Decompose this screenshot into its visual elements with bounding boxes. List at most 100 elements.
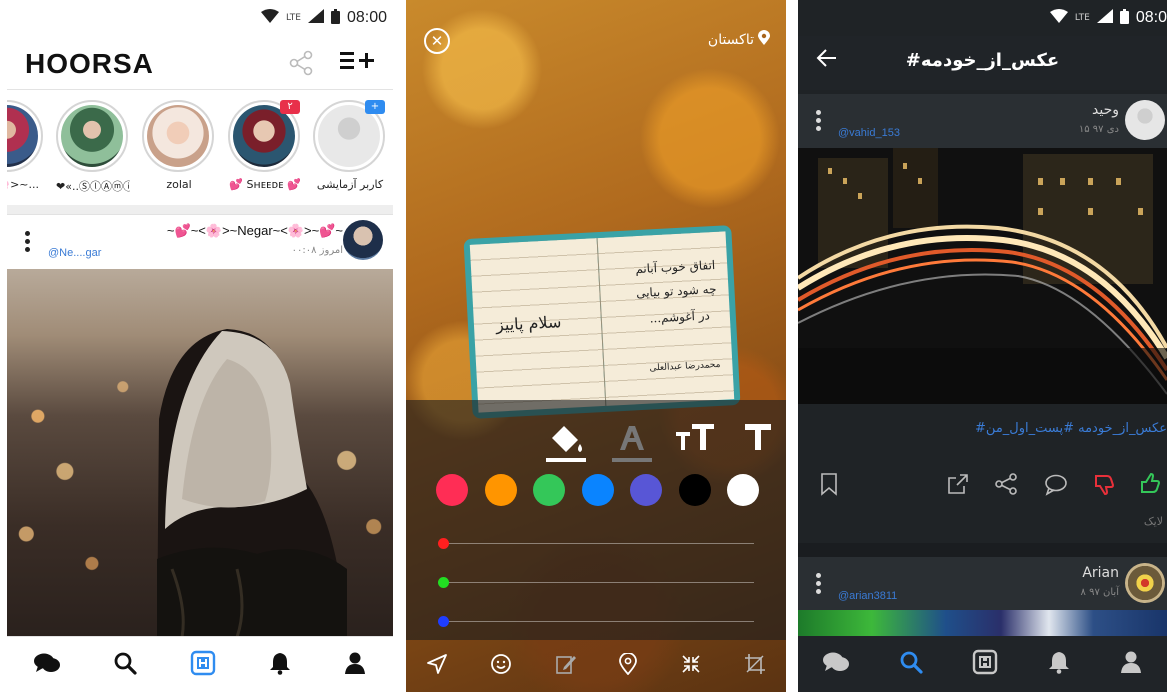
battery-icon bbox=[1119, 8, 1129, 28]
slider-track bbox=[440, 543, 754, 544]
green-channel-slider[interactable] bbox=[438, 575, 754, 591]
story-item-self[interactable]: + کاربر آزمایشی bbox=[313, 100, 387, 191]
home-icon[interactable] bbox=[190, 650, 216, 680]
red-channel-slider[interactable] bbox=[438, 536, 754, 552]
like-icon[interactable] bbox=[1138, 472, 1162, 500]
slider-knob[interactable] bbox=[438, 538, 449, 549]
fill-bucket-icon[interactable] bbox=[544, 420, 588, 472]
slider-track bbox=[440, 582, 754, 583]
wifi-icon bbox=[260, 9, 279, 27]
post-photo-preview[interactable] bbox=[798, 610, 1167, 636]
slider-knob[interactable] bbox=[438, 577, 449, 588]
location-name: تاکستان bbox=[707, 31, 754, 48]
handwritten-line: چه شود تو بیایی bbox=[635, 281, 717, 301]
crop-icon[interactable] bbox=[744, 653, 766, 679]
page-title: #عکس_از_خودمه bbox=[905, 50, 1060, 71]
post-time: امروز ۰۰:۰۸ bbox=[291, 245, 343, 256]
story-ring: ۲ bbox=[228, 100, 300, 172]
avatar bbox=[147, 105, 209, 167]
handwritten-line: در آغوشم... bbox=[649, 308, 711, 326]
text-color-icon[interactable] bbox=[612, 420, 652, 472]
post-photo[interactable] bbox=[798, 148, 1167, 404]
story-item[interactable]: ۲ 💕 Sʜᴇᴇᴅᴇ 💕 bbox=[228, 100, 302, 191]
story-ring bbox=[56, 100, 128, 172]
handwritten-text: سلام پاییز bbox=[495, 312, 562, 335]
back-arrow-icon[interactable] bbox=[816, 46, 838, 76]
color-swatch-black[interactable] bbox=[679, 474, 711, 506]
handwritten-line: محمدرضا عبدالعلی bbox=[649, 359, 721, 374]
blue-channel-slider[interactable] bbox=[438, 614, 754, 630]
text-size-icon[interactable] bbox=[676, 420, 716, 462]
bookmark-icon[interactable] bbox=[820, 472, 838, 500]
notebook-right-page: اتفاق خوب آبانم چه شود تو بیایی در آغوشم… bbox=[597, 231, 735, 406]
editor-toolbar bbox=[406, 640, 786, 692]
color-swatch-orange[interactable] bbox=[485, 474, 517, 506]
home-icon[interactable] bbox=[972, 649, 998, 679]
story-ring bbox=[142, 100, 214, 172]
post-author-avatar[interactable] bbox=[1125, 100, 1165, 140]
color-swatch-green[interactable] bbox=[533, 474, 565, 506]
collapse-icon[interactable] bbox=[680, 653, 702, 679]
post-handle[interactable]: @Ne....gar bbox=[48, 247, 101, 259]
post-handle[interactable]: @vahid_153 bbox=[838, 127, 900, 139]
notification-bell-icon[interactable] bbox=[1048, 650, 1070, 678]
story-editor-screen: ✕ تاکستان سلام پاییز اتفاق خوب آبانم چه … bbox=[406, 0, 786, 692]
text-font-icon[interactable] bbox=[743, 420, 773, 462]
draw-pencil-icon[interactable] bbox=[555, 653, 577, 679]
add-story-badge[interactable]: + bbox=[365, 100, 385, 114]
post-author[interactable]: ~💕~<🌸>~Negar~<🌸>~💕~ bbox=[167, 223, 343, 239]
signal-icon bbox=[307, 9, 324, 27]
bottom-nav bbox=[7, 636, 393, 692]
status-time: 08:0 bbox=[1135, 9, 1167, 26]
more-options-icon[interactable] bbox=[816, 573, 822, 597]
post-handle[interactable]: @arian3811 bbox=[838, 590, 897, 602]
chat-icon[interactable] bbox=[822, 651, 849, 677]
signal-icon bbox=[1096, 9, 1113, 27]
story-count-badge: ۲ bbox=[280, 100, 300, 114]
notification-bell-icon[interactable] bbox=[269, 651, 291, 679]
post-hashtags[interactable]: #عکس_از_خودمه #پست_اول_من bbox=[975, 421, 1167, 436]
location-tag[interactable]: تاکستان bbox=[708, 30, 770, 49]
close-icon[interactable]: ✕ bbox=[424, 28, 450, 54]
send-icon[interactable] bbox=[426, 653, 448, 679]
post-author[interactable]: Arian bbox=[1082, 565, 1119, 581]
handwritten-line: اتفاق خوب آبانم bbox=[634, 258, 716, 277]
location-pin-icon[interactable] bbox=[619, 652, 638, 679]
post-header: ~💕~<🌸>~Negar~<🌸>~💕~ امروز ۰۰:۰۸ @Ne....g… bbox=[7, 215, 393, 269]
color-swatch-purple[interactable] bbox=[630, 474, 662, 506]
comment-icon[interactable] bbox=[1044, 472, 1068, 500]
search-icon[interactable] bbox=[113, 651, 137, 679]
search-icon[interactable] bbox=[899, 650, 923, 678]
emoji-icon[interactable] bbox=[490, 653, 512, 679]
color-swatch-red[interactable] bbox=[436, 474, 468, 506]
share-icon[interactable] bbox=[994, 472, 1018, 500]
post-author[interactable]: وحید bbox=[1092, 102, 1119, 118]
likes-label[interactable]: لایک bbox=[1144, 515, 1163, 528]
story-item[interactable]: ❤«..ⓈⓛⒶⓜⓘ.. bbox=[56, 100, 130, 194]
post-author-avatar[interactable] bbox=[343, 220, 383, 260]
post-actions bbox=[798, 470, 1167, 506]
more-options-icon[interactable] bbox=[816, 110, 822, 134]
network-type: LTE bbox=[285, 13, 301, 23]
profile-icon[interactable] bbox=[344, 651, 366, 679]
wifi-icon bbox=[1049, 9, 1068, 27]
color-swatch-white[interactable] bbox=[727, 474, 759, 506]
share-icon[interactable] bbox=[288, 50, 314, 80]
color-palette bbox=[436, 474, 766, 510]
slider-knob[interactable] bbox=[438, 616, 449, 627]
avatar-placeholder bbox=[318, 105, 380, 167]
profile-icon[interactable] bbox=[1120, 650, 1142, 678]
menu-plus-icon[interactable] bbox=[340, 47, 374, 80]
story-item[interactable]: 🌸>~... bbox=[7, 100, 45, 191]
post-photo[interactable] bbox=[7, 269, 393, 637]
color-swatch-blue[interactable] bbox=[582, 474, 614, 506]
dislike-icon[interactable] bbox=[1092, 472, 1116, 500]
app-header: #عکس_از_خودمه bbox=[798, 36, 1167, 90]
more-options-icon[interactable] bbox=[25, 231, 31, 255]
forward-icon[interactable] bbox=[946, 472, 970, 500]
post-author-avatar[interactable] bbox=[1125, 563, 1165, 603]
story-item[interactable]: zolal bbox=[142, 100, 216, 191]
chat-icon[interactable] bbox=[33, 652, 60, 678]
woman-in-scarf-illustration bbox=[157, 329, 347, 637]
status-bar: LTE 08:00 bbox=[260, 0, 387, 36]
